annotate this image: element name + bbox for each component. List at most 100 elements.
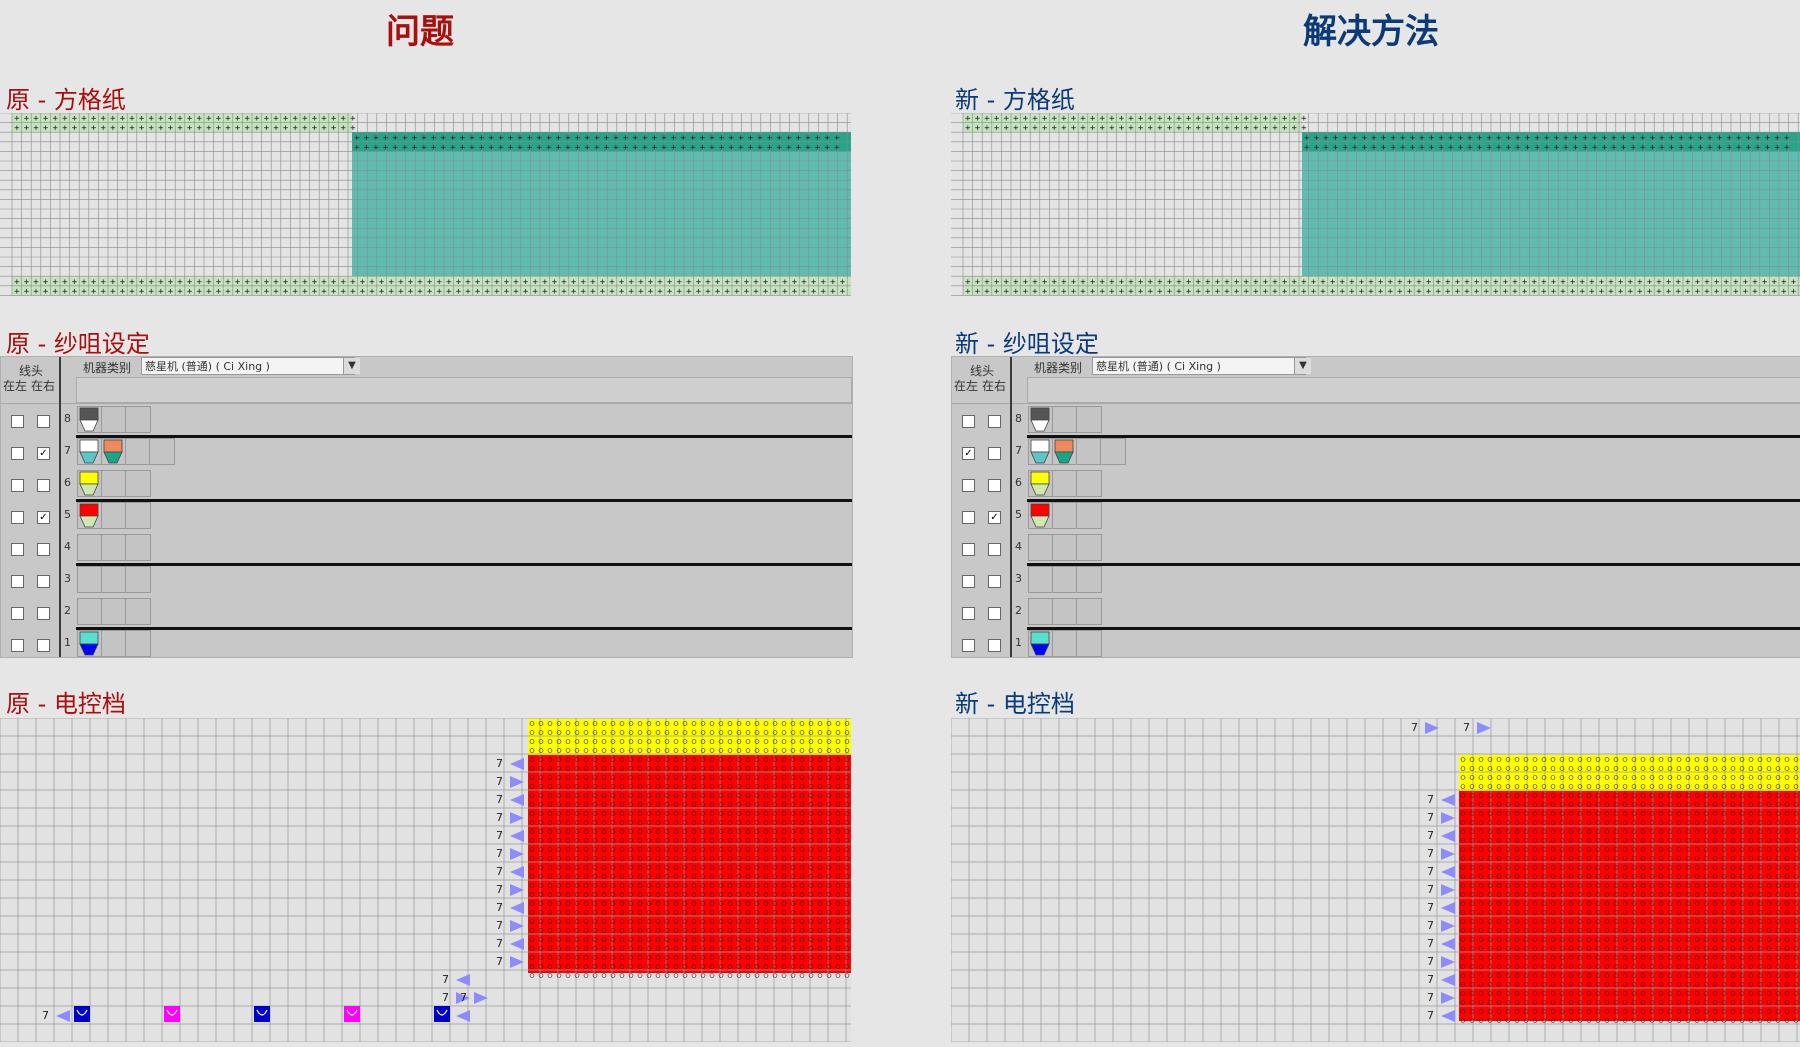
checkbox-left[interactable] [962,511,975,524]
checkbox-right[interactable] [988,447,1001,460]
carrier-slot[interactable] [101,598,127,625]
carrier-slot[interactable] [125,438,151,465]
yarn-carrier-icon[interactable] [1054,439,1074,465]
carrier-slot[interactable] [1028,534,1054,561]
checkbox-left[interactable] [962,479,975,492]
checkbox-left[interactable] [962,575,975,588]
checkbox-left[interactable] [962,639,975,652]
checkbox-left[interactable] [962,543,975,556]
carrier-slot[interactable] [1076,438,1102,465]
carrier-slot[interactable] [1076,566,1102,593]
checkbox-right[interactable]: ✓ [988,511,1001,524]
checkbox-left[interactable] [962,415,975,428]
yarn-row[interactable]: ✓ 7 [1,436,852,468]
yarn-row[interactable]: ✓ 5 [952,500,1800,532]
carrier-slot[interactable] [1052,566,1078,593]
carrier-slot[interactable] [1076,630,1102,657]
yarn-row[interactable]: 3 [952,564,1800,596]
carrier-slot[interactable] [125,502,151,529]
carrier-slot[interactable] [125,566,151,593]
yarn-row[interactable]: 1 [1,628,852,660]
yarn-carrier-icon[interactable] [1030,471,1050,497]
checkbox-right[interactable] [988,607,1001,620]
chevron-down-icon[interactable]: ▼ [343,358,360,374]
checkbox-right[interactable] [37,543,50,556]
carrier-slot[interactable] [1028,566,1054,593]
checkbox-right[interactable] [988,479,1001,492]
carrier-slot[interactable] [1052,534,1078,561]
right-control-grid[interactable]: 7 7 7 7 7 7 7 7 7 7 7 7 7 7 7 [951,718,1800,1042]
checkbox-left[interactable]: ✓ [962,447,975,460]
carrier-slot[interactable] [1052,470,1078,497]
yarn-row[interactable]: 8 [1,404,852,438]
checkbox-left[interactable] [11,607,24,620]
carrier-slot[interactable] [1076,470,1102,497]
carrier-slot[interactable] [125,598,151,625]
checkbox-right[interactable] [37,415,50,428]
carrier-slot[interactable] [101,406,127,433]
carrier-slot[interactable] [77,598,103,625]
carrier-slot[interactable] [1076,406,1102,433]
carrier-slot[interactable] [101,630,127,657]
yarn-carrier-icon[interactable] [79,631,99,657]
yarn-row[interactable]: 2 [952,596,1800,630]
machine-type-select[interactable]: 慈星机 (普通) ( Ci Xing ) [1092,357,1306,375]
carrier-slot[interactable] [1100,438,1126,465]
yarn-carrier-icon[interactable] [79,503,99,529]
carrier-slot[interactable] [1076,534,1102,561]
carrier-slot[interactable] [1052,406,1078,433]
yarn-row[interactable]: 8 [952,404,1800,438]
carrier-slot[interactable] [125,406,151,433]
yarn-row[interactable]: ✓ 7 [952,436,1800,468]
checkbox-right[interactable] [37,607,50,620]
checkbox-right[interactable] [988,415,1001,428]
checkbox-left[interactable] [11,511,24,524]
yarn-row[interactable]: 3 [1,564,852,596]
carrier-slot[interactable] [101,470,127,497]
right-chart-grid[interactable]: ++++++++++++++++++++++++++++++++++++++++… [951,113,1800,297]
checkbox-right[interactable] [988,543,1001,556]
carrier-slot[interactable] [1052,598,1078,625]
carrier-slot[interactable] [1028,598,1054,625]
left-chart-grid[interactable]: ++++++++++++++++++++++++++++++++++++++++… [0,113,851,297]
yarn-row[interactable]: 4 [1,532,852,566]
carrier-slot[interactable] [125,470,151,497]
yarn-carrier-icon[interactable] [1030,407,1050,433]
yarn-carrier-icon[interactable] [1030,439,1050,465]
checkbox-left[interactable] [11,543,24,556]
checkbox-left[interactable] [11,639,24,652]
carrier-slot[interactable] [1076,598,1102,625]
carrier-slot[interactable] [101,534,127,561]
carrier-slot[interactable] [1052,630,1078,657]
checkbox-right[interactable]: ✓ [37,511,50,524]
yarn-carrier-icon[interactable] [79,439,99,465]
checkbox-right[interactable] [37,639,50,652]
carrier-slot[interactable] [149,438,175,465]
checkbox-left[interactable] [11,479,24,492]
checkbox-right[interactable] [37,575,50,588]
yarn-row[interactable]: 2 [1,596,852,630]
carrier-slot[interactable] [1052,502,1078,529]
checkbox-right[interactable] [37,479,50,492]
yarn-carrier-icon[interactable] [103,439,123,465]
yarn-carrier-icon[interactable] [79,407,99,433]
machine-type-select[interactable]: 慈星机 (普通) ( Ci Xing ) [141,357,355,375]
yarn-row[interactable]: ✓ 5 [1,500,852,532]
checkbox-left[interactable] [962,607,975,620]
checkbox-right[interactable]: ✓ [37,447,50,460]
yarn-carrier-icon[interactable] [1030,631,1050,657]
carrier-slot[interactable] [125,534,151,561]
yarn-row[interactable]: 4 [952,532,1800,566]
yarn-carrier-icon[interactable] [79,471,99,497]
carrier-slot[interactable] [77,534,103,561]
yarn-row[interactable]: 6 [1,468,852,502]
carrier-slot[interactable] [101,502,127,529]
checkbox-right[interactable] [988,575,1001,588]
carrier-slot[interactable] [125,630,151,657]
checkbox-left[interactable] [11,447,24,460]
chevron-down-icon[interactable]: ▼ [1294,358,1311,374]
checkbox-left[interactable] [11,575,24,588]
checkbox-left[interactable] [11,415,24,428]
carrier-slot[interactable] [1076,502,1102,529]
left-control-grid[interactable]: 77777777777777777 [0,718,851,1042]
